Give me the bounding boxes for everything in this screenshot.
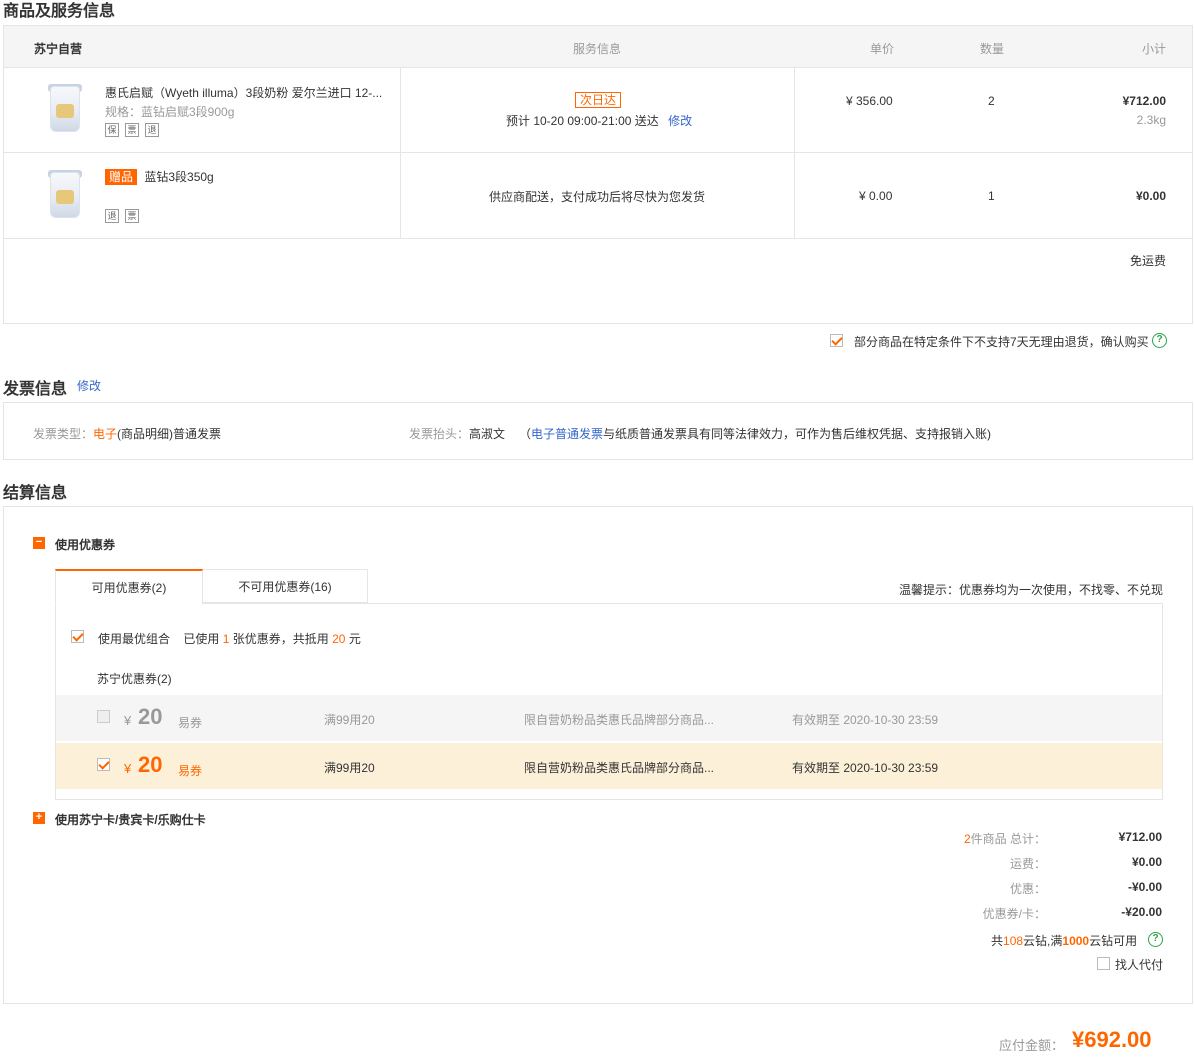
coupon-card-label: 优惠券/卡： (982, 907, 1046, 921)
product-service-icons: 保票退 (105, 122, 165, 137)
coupon-currency: ¥ (124, 761, 132, 776)
coupon-checkbox[interactable] (97, 710, 110, 723)
tab-unavailable-coupons[interactable]: 不可用优惠券(16) (202, 569, 368, 603)
coupon-condition: 满99用20 (324, 761, 375, 775)
unit-price: ¥ 356.00 (846, 94, 893, 108)
checkout-section-title: 结算信息 (3, 485, 68, 502)
best-combo-label: 使用最优组合 (98, 632, 171, 646)
used-amount: 20 (332, 632, 346, 646)
coupon-currency: ¥ (124, 713, 132, 728)
item-count-label: 件商品 总计： (970, 832, 1046, 846)
invoice-note-open: （ (519, 427, 532, 441)
product-image[interactable] (40, 82, 90, 138)
coupon-scope: 限自营奶粉品类惠氏品牌部分商品... (524, 761, 715, 775)
diamond-post: 云钻可用 (1089, 934, 1138, 948)
summary-coupon: -¥20.00 (1121, 905, 1162, 919)
delivery-estimate: 预计 10-20 09:00-21:00 送达 (506, 114, 659, 128)
diamond-pre: 共 (991, 934, 1004, 948)
header-unit-price: 单价 (870, 42, 895, 56)
invoice-box: 发票类型：电子(商品明细)普通发票 发票抬头：高淑文 （电子普通发票与纸质普通发… (3, 402, 1193, 460)
quantity: 2 (988, 94, 995, 108)
unit-price: ¥ 0.00 (859, 189, 893, 203)
delivery-edit-link[interactable]: 修改 (668, 114, 692, 128)
diamond-mid: 云钻,满 (1023, 934, 1063, 948)
summary-total: ¥712.00 (1118, 830, 1162, 844)
coupon-amount: 20 (138, 704, 163, 729)
coupon-condition: 满99用20 (324, 713, 375, 727)
e-invoice-link[interactable]: 电子普通发票 (531, 427, 603, 441)
subtotal: ¥0.00 (1135, 189, 1166, 203)
invoice-icon: 票 (125, 123, 139, 137)
used-count: 1 (222, 632, 230, 646)
invoice-note: 与纸质普通发票具有同等法律效力，可作为售后维权凭据、支持报销入账) (603, 427, 992, 441)
discount-label: 优惠： (1009, 882, 1046, 896)
proxy-pay-checkbox[interactable] (1097, 957, 1110, 970)
subtotal: ¥712.00 (1122, 94, 1166, 108)
payable-label: 应付金额： (999, 1038, 1065, 1053)
expand-cards-icon[interactable]: + (33, 812, 45, 824)
coupon-tip: 温馨提示：优惠券均为一次使用，不找零、不兑现 (899, 583, 1164, 597)
coupon-amount: 20 (138, 752, 163, 777)
header-service: 服务信息 (573, 42, 622, 56)
gift-service-icons: 退票 (105, 208, 145, 223)
products-table: 苏宁自营 服务信息 单价 数量 小计 惠氏启赋（Wyeth illuma）3段奶… (3, 25, 1193, 324)
price-protect-icon: 保 (105, 123, 119, 137)
diamond-min: 1000 (1062, 934, 1090, 948)
help-icon[interactable]: ? (1152, 333, 1167, 348)
coupon-row-selected[interactable]: ¥ 20 易券 满99用20 限自营奶粉品类惠氏品牌部分商品... 有效期至 2… (56, 743, 1162, 789)
store-name: 苏宁自营 (34, 42, 83, 56)
collapse-coupon-icon[interactable]: − (33, 537, 45, 549)
gift-name[interactable]: 蓝钻3段350g (144, 170, 213, 184)
proxy-pay-label[interactable]: 找人代付 (1115, 956, 1163, 973)
use-cards-label[interactable]: 使用苏宁卡/贵宾卡/乐购仕卡 (55, 811, 206, 828)
invoice-edit-link[interactable]: 修改 (77, 377, 101, 394)
coupon-kind: 易券 (178, 716, 203, 730)
summary-discount: -¥0.00 (1127, 880, 1162, 894)
return-icon: 退 (145, 123, 159, 137)
coupon-group-label: 苏宁优惠券(2) (97, 672, 172, 686)
tab-available-coupons[interactable]: 可用优惠券(2) (55, 569, 203, 605)
invoice-section-title: 发票信息 (3, 381, 68, 398)
best-combo-checkbox[interactable] (71, 630, 84, 643)
invoice-icon: 票 (125, 209, 139, 223)
coupon-checkbox[interactable] (97, 758, 110, 771)
products-section-title: 商品及服务信息 (3, 3, 116, 20)
weight: 2.3kg (1136, 113, 1166, 127)
payable-amount: ¥692.00 (1072, 1027, 1152, 1052)
item-count: 2 (963, 832, 971, 846)
coupon-expiry: 有效期至 2020-10-30 23:59 (792, 713, 939, 727)
invoice-type-electronic: 电子 (93, 427, 118, 441)
header-subtotal: 小计 (1142, 42, 1167, 56)
invoice-type-label: 发票类型： (33, 427, 94, 441)
product-spec: 规格：蓝钻启赋3段900g (105, 105, 235, 119)
header-qty: 数量 (980, 42, 1005, 56)
return-icon: 退 (105, 209, 119, 223)
agree-text: 部分商品在特定条件下不支持7天无理由退货，确认购买 (854, 335, 1149, 349)
coupon-kind: 易券 (178, 764, 203, 778)
summary-shipping: ¥0.00 (1131, 855, 1162, 869)
used-mid: 张优惠券，共抵用 (232, 632, 329, 646)
quantity: 1 (988, 189, 995, 203)
invoice-type-value: (商品明细)普通发票 (117, 427, 222, 441)
gift-badge: 赠品 (105, 169, 138, 185)
coupon-expiry: 有效期至 2020-10-30 23:59 (792, 761, 939, 775)
used-unit: 元 (348, 632, 361, 646)
coupon-row[interactable]: ¥ 20 易券 满99用20 限自营奶粉品类惠氏品牌部分商品... 有效期至 2… (56, 695, 1162, 741)
shipping-label: 运费： (1009, 857, 1046, 871)
supplier-delivery: 供应商配送，支付成功后将尽快为您发货 (489, 190, 706, 204)
used-pre: 已使用 (183, 632, 220, 646)
diamond-help-icon[interactable]: ? (1148, 932, 1163, 947)
invoice-head-label: 发票抬头： (409, 427, 470, 441)
shipping-note: 免运费 (1129, 254, 1166, 268)
coupon-scope: 限自营奶粉品类惠氏品牌部分商品... (524, 713, 715, 727)
product-name-link[interactable]: 惠氏启赋（Wyeth illuma）3段奶粉 爱尔兰进口 12-... (105, 84, 390, 101)
agree-checkbox[interactable] (830, 334, 843, 347)
next-day-badge: 次日达 (575, 92, 622, 108)
diamond-count: 108 (1003, 934, 1024, 948)
use-coupon-label[interactable]: 使用优惠券 (55, 536, 115, 553)
invoice-head-value: 高淑文 (469, 427, 506, 441)
gift-image[interactable] (40, 168, 90, 224)
